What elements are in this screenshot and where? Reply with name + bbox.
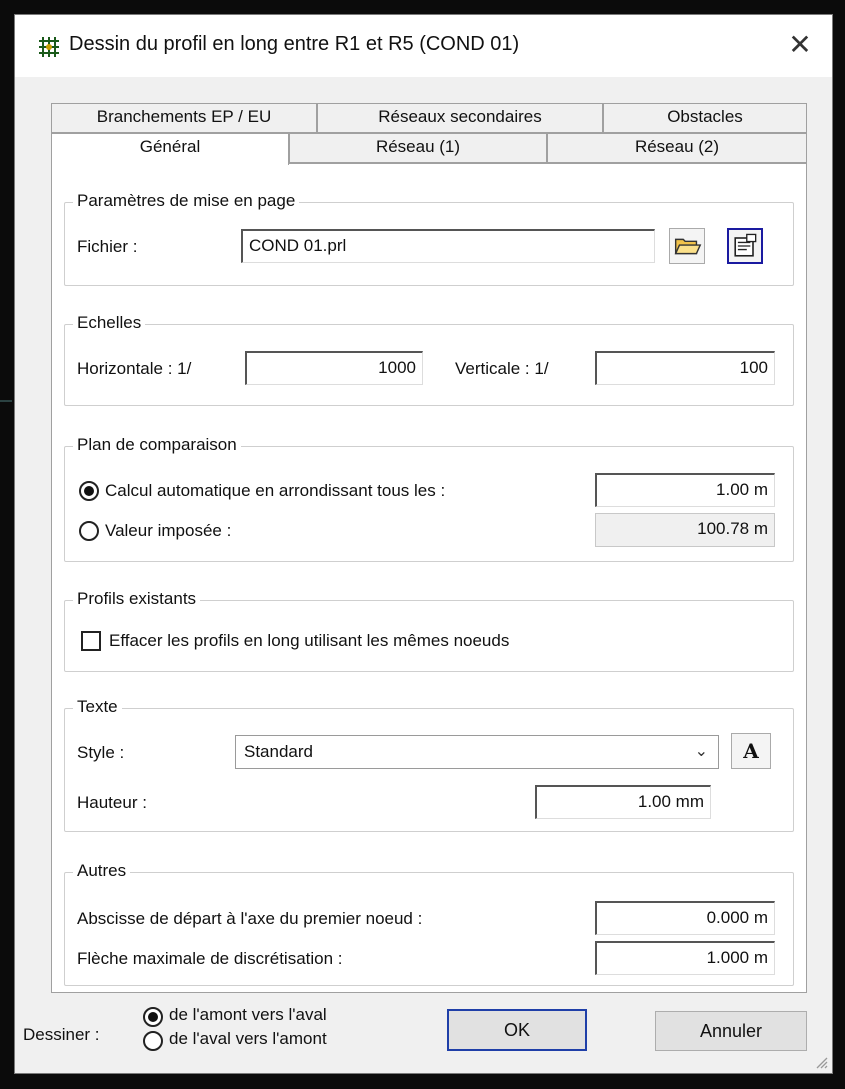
group-echelles: Echelles Horizontale : 1/ 1000 Verticale… [64,313,794,406]
style-value: Standard [244,742,313,761]
vertical-scale-field[interactable]: 100 [595,351,775,385]
tab-general[interactable]: Général [51,133,289,165]
cancel-button[interactable]: Annuler [655,1011,807,1051]
vertical-scale-label: Verticale : 1/ [455,359,549,378]
file-label: Fichier : [77,237,138,256]
draw-direction-label: Dessiner : [23,1025,100,1044]
max-arrow-field[interactable]: 1.000 m [595,941,775,975]
tab-branchements[interactable]: Branchements EP / EU [51,103,317,133]
tab-obstacles[interactable]: Obstacles [603,103,807,133]
horizontal-scale-label: Horizontale : 1/ [77,359,192,378]
tab-strip: Branchements EP / EU Réseaux secondaires… [51,103,807,165]
auto-calc-radio[interactable] [79,481,99,501]
style-label: Style : [77,743,125,762]
style-select[interactable]: Standard ⌄ [235,735,719,769]
max-arrow-label: Flèche maximale de discrétisation : [77,949,343,968]
group-legend: Plan de comparaison [73,435,241,455]
group-texte: Texte Style : Standard ⌄ A Hauteur : 1.0… [64,697,794,832]
horizontal-scale-field[interactable]: 1000 [245,351,423,385]
ok-button[interactable]: OK [447,1009,587,1051]
group-legend: Autres [73,861,131,881]
group-legend: Profils existants [73,589,201,609]
group-mise-en-page: Paramètres de mise en page Fichier : CON… [64,191,794,286]
properties-button[interactable] [727,228,763,264]
dialog-window: Dessin du profil en long entre R1 et R5 … [14,14,833,1074]
group-legend: Paramètres de mise en page [73,191,300,211]
auto-calc-label: Calcul automatique en arrondissant tous … [105,481,446,500]
folder-open-icon [674,238,702,255]
imposed-value-label: Valeur imposée : [105,521,232,540]
start-abscissa-label: Abscisse de départ à l'axe du premier no… [77,909,423,928]
title-bar: Dessin du profil en long entre R1 et R5 … [15,15,832,77]
imposed-value-field: 100.78 m [595,513,775,547]
window-title: Dessin du profil en long entre R1 et R5 … [69,33,520,55]
properties-icon [734,233,757,257]
imposed-value-radio[interactable] [79,521,99,541]
erase-profiles-label: Effacer les profils en long utilisant le… [109,631,510,650]
start-abscissa-field[interactable]: 0.000 m [595,901,775,935]
upstream-label: de l'amont vers l'aval [169,1005,327,1024]
erase-profiles-checkbox[interactable] [81,631,101,651]
open-file-button[interactable] [669,228,705,264]
tab-reseau-2[interactable]: Réseau (2) [547,133,807,163]
close-button[interactable]: ✕ [782,27,818,63]
upstream-radio[interactable] [143,1007,163,1027]
tab-panel-general: Paramètres de mise en page Fichier : CON… [51,163,807,993]
downstream-radio[interactable] [143,1031,163,1051]
auto-calc-field[interactable]: 1.00 m [595,473,775,507]
tab-reseaux-secondaires[interactable]: Réseaux secondaires [317,103,603,133]
height-field[interactable]: 1.00 mm [535,785,711,819]
group-legend: Texte [73,697,122,717]
tab-reseau-1[interactable]: Réseau (1) [289,133,547,163]
file-field[interactable]: COND 01.prl [241,229,655,263]
font-button[interactable]: A [731,733,771,769]
group-profils-existants: Profils existants Effacer les profils en… [64,589,794,672]
chevron-down-icon: ⌄ [694,743,708,760]
height-label: Hauteur : [77,793,147,812]
group-autres: Autres Abscisse de départ à l'axe du pre… [64,861,794,986]
group-legend: Echelles [73,313,146,333]
group-plan-comparaison: Plan de comparaison Calcul automatique e… [64,435,794,562]
grid-app-icon [39,37,59,57]
cad-line [0,400,12,402]
resize-grip-icon[interactable] [812,1053,828,1069]
downstream-label: de l'aval vers l'amont [169,1029,327,1048]
